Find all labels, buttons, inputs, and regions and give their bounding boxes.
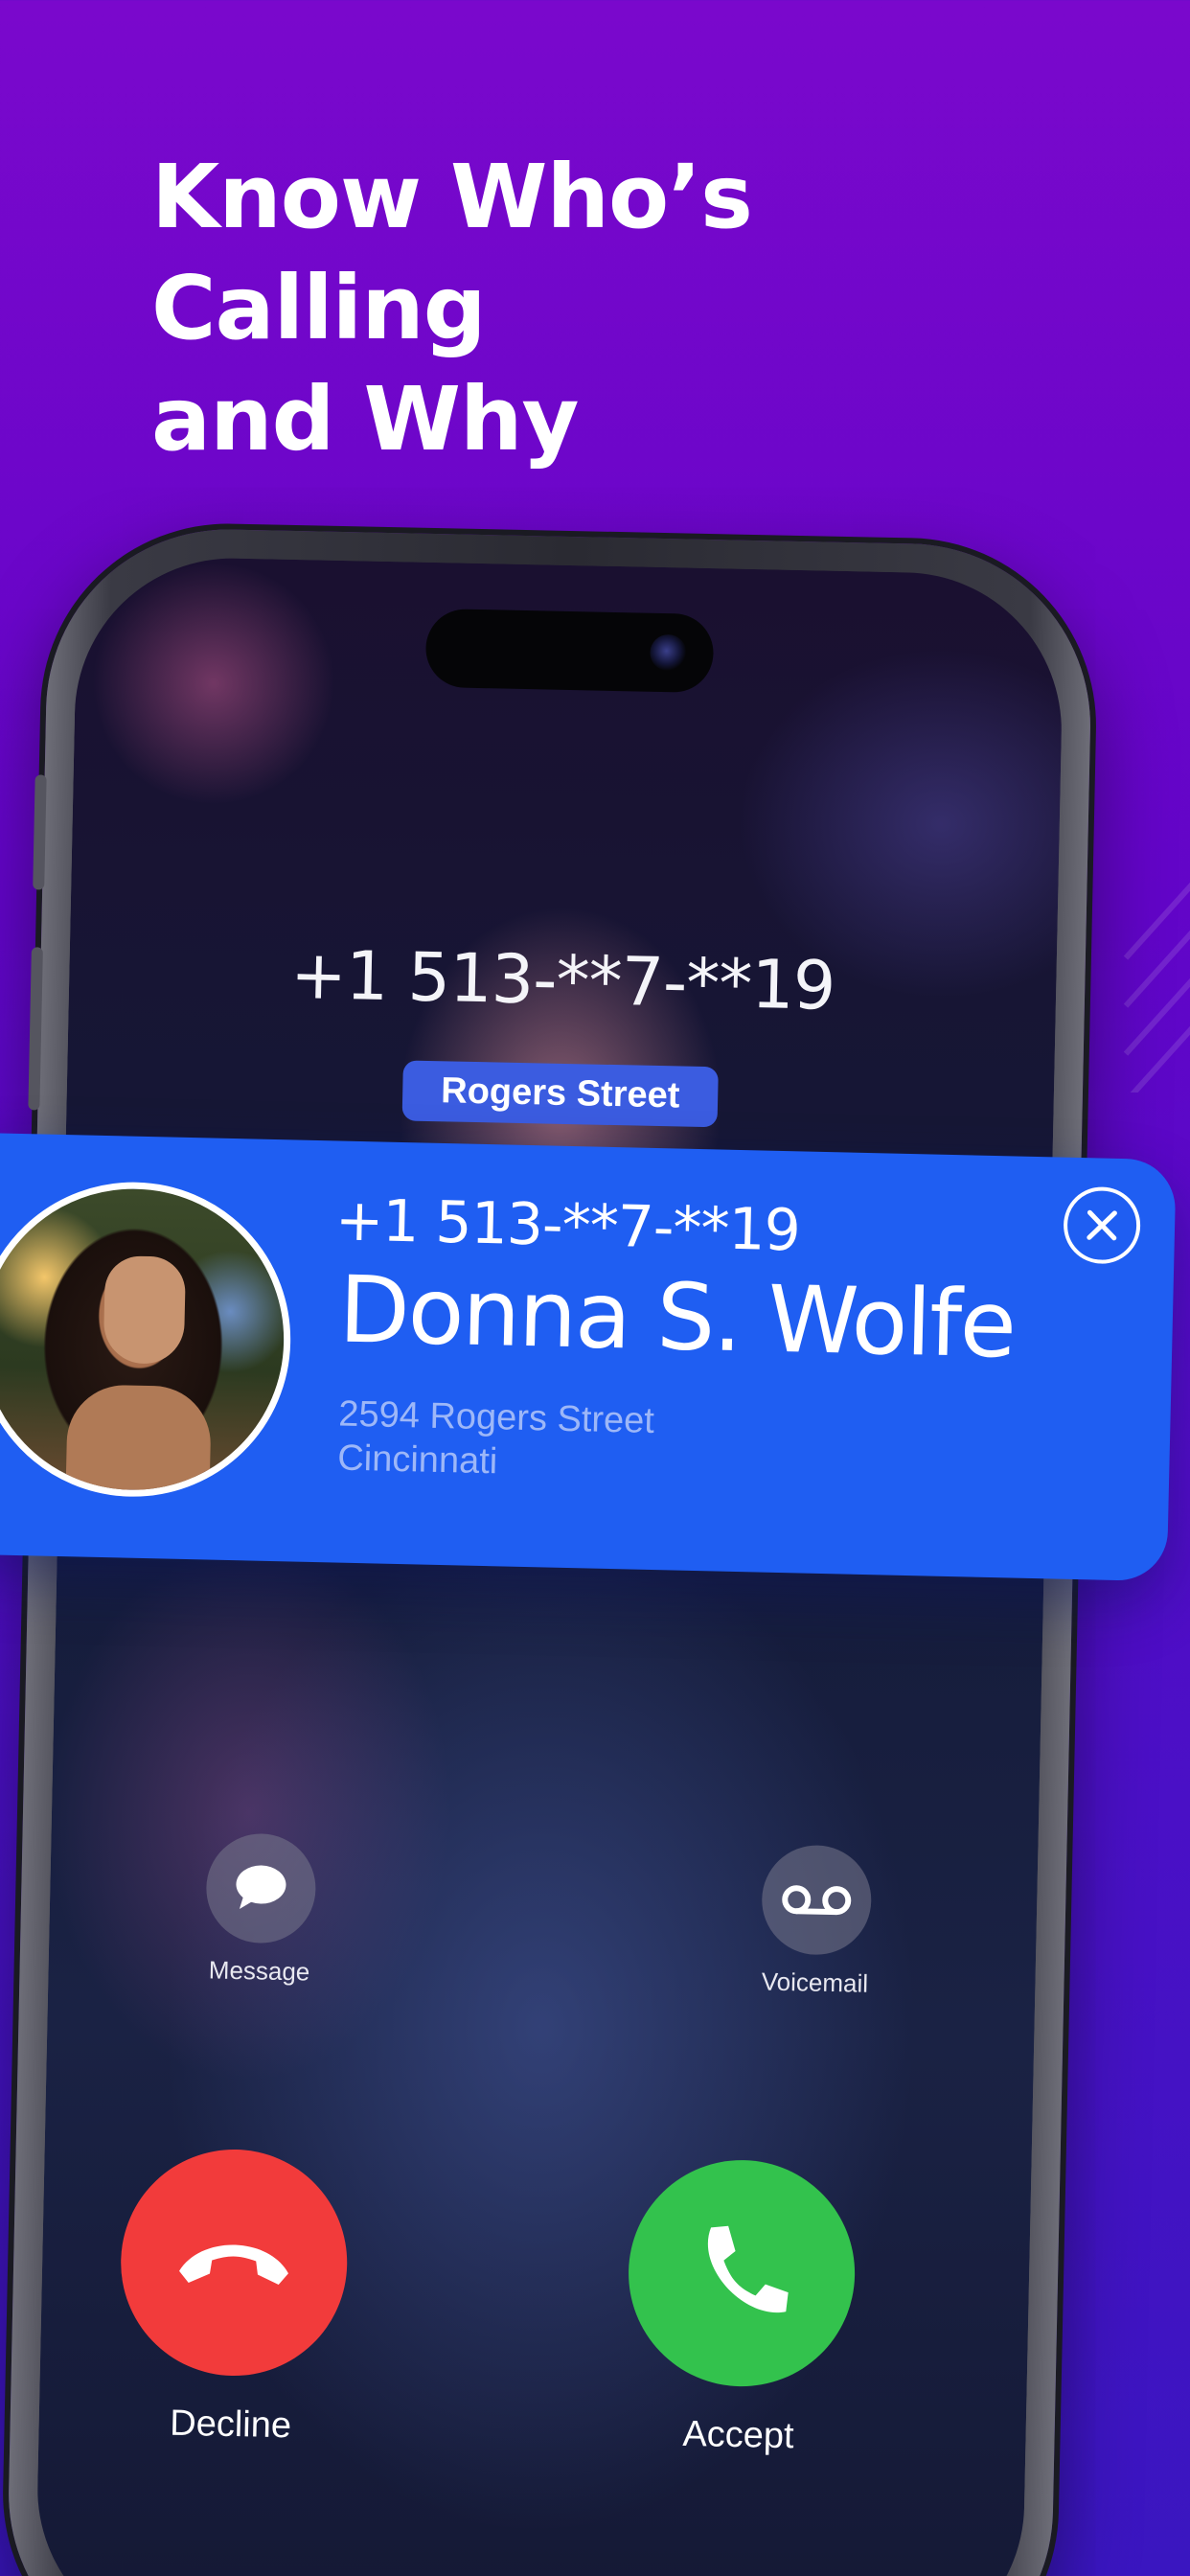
accept-label: Accept [682, 2413, 795, 2457]
message-button[interactable] [205, 1832, 317, 1944]
headline-line-2: and Why [151, 368, 579, 471]
caller-address-line-1: 2594 Rogers Street [337, 1393, 655, 1442]
caller-avatar [0, 1178, 294, 1501]
camera-icon [650, 633, 687, 672]
accept-button[interactable] [626, 2157, 858, 2389]
voicemail-action[interactable]: Voicemail [757, 1844, 875, 1998]
close-icon [1087, 1209, 1117, 1241]
headline-line-1: Know Who’s Calling [151, 146, 753, 359]
incoming-number: +1 513-**7-**19 [289, 934, 836, 1025]
decline-label: Decline [169, 2403, 292, 2447]
avatar-face [103, 1254, 187, 1365]
accept-phone-icon [707, 2225, 789, 2313]
caller-name: Donna S. Wolfe [337, 1255, 1017, 1379]
decline-phone-icon [179, 2244, 288, 2285]
voicemail-icon [782, 1885, 852, 1916]
phone-volume-up [28, 947, 43, 1111]
voicemail-button[interactable] [761, 1844, 873, 1956]
caller-number: +1 513-**7-**19 [334, 1186, 801, 1265]
accept-action[interactable]: Accept [623, 2157, 858, 2459]
headline: Know Who’s Calling and Why [151, 142, 1110, 475]
message-icon [236, 1865, 286, 1910]
location-tag: Rogers Street [401, 1060, 720, 1128]
decline-button[interactable] [118, 2147, 350, 2379]
caller-address: 2594 Rogers Street Cincinnati [337, 1392, 655, 1487]
close-button[interactable] [1063, 1185, 1142, 1265]
message-label: Message [208, 1955, 310, 1987]
decline-action[interactable]: Decline [115, 2147, 351, 2449]
caller-id-card[interactable]: +1 513-**7-**19 Donna S. Wolfe 2594 Roge… [0, 1133, 1177, 1582]
dynamic-island [424, 608, 715, 694]
caller-address-line-2: Cincinnati [336, 1438, 498, 1483]
decorative-stripes [1075, 786, 1190, 1092]
avatar-body [64, 1384, 213, 1501]
voicemail-label: Voicemail [761, 1966, 869, 1998]
phone-side-button [33, 774, 47, 890]
message-action[interactable]: Message [201, 1832, 319, 1987]
